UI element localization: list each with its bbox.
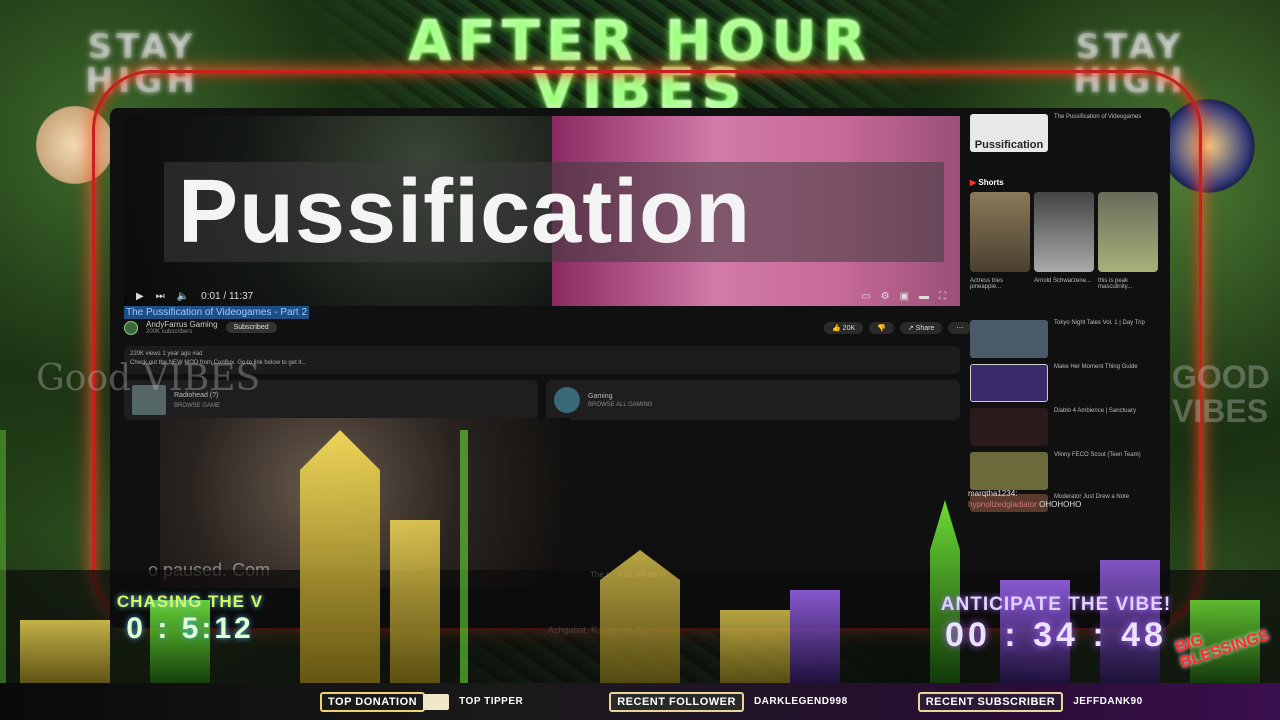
right-timer-label: ANTICIPATE THE VIBE! xyxy=(940,594,1172,615)
share-label: Share xyxy=(915,325,935,332)
gaming-card[interactable]: Gaming BROWSE ALL GAMING xyxy=(546,380,960,420)
paused-text: o paused. Com xyxy=(148,560,271,580)
top-tipper-label: TOP TIPPER xyxy=(459,696,524,707)
top-donation-value-box xyxy=(423,693,450,710)
miniplayer-icon[interactable]: ▣ xyxy=(900,291,909,302)
pause-message: The r... 4:20 will be in xyxy=(590,570,666,579)
like-button[interactable]: 👍 20K xyxy=(824,322,864,334)
chat-user: hypnolizedgladiator xyxy=(968,500,1037,509)
volume-icon[interactable]: 🔈 xyxy=(177,291,189,302)
left-timer-value: 0 : 5:12 xyxy=(126,612,254,645)
share-icon: ↗ xyxy=(907,325,916,332)
channel-name[interactable]: AndyFarrus Gaming xyxy=(146,320,218,329)
short-caption: Actress tries pineapple... xyxy=(970,278,1004,290)
video-title[interactable]: The Pussification of Videogames - Part 2 xyxy=(124,306,310,319)
video-player[interactable]: Pussification ▶ ⏭ 🔈 0:01 / 11:37 ▭ ⚙ ▣ ▬… xyxy=(124,116,960,306)
chat-user: marqtha1234: xyxy=(968,489,1018,498)
left-timer: CHASING THE V 0 : 5:12 xyxy=(60,592,320,646)
theater-icon[interactable]: ▬ xyxy=(919,291,929,302)
thumbs-up-icon: 👍 xyxy=(832,325,843,332)
short-caption: Arnold Schwarzene... xyxy=(1034,278,1092,284)
recent-subscriber-label: RECENT SUBSCRIBER xyxy=(917,691,1064,712)
sidebar-video[interactable]: Diablo 4 Ambience | Sanctuary xyxy=(970,408,1160,446)
top-donation-label: TOP DONATION xyxy=(320,691,426,712)
settings-icon[interactable]: ⚙ xyxy=(881,291,890,302)
gaming-card-sub: BROWSE ALL GAMING xyxy=(588,401,653,408)
top-recommendation[interactable]: Pussification The Pussification of Video… xyxy=(970,114,1160,152)
sidebar-video[interactable]: Tokyo Night Tales Vol. 1 | Day Trip xyxy=(970,320,1160,358)
like-count: 20K xyxy=(842,325,856,332)
good-vibes-right: GOOD VIBES xyxy=(1172,359,1270,429)
recent-subscriber-value: JEFFDANK90 xyxy=(1073,696,1143,707)
channel-row: AndyFarrus Gaming 200K subscribers Subsc… xyxy=(124,320,277,335)
game-card-sub: BROWSE GAME xyxy=(174,402,221,409)
gaming-card-title: Gaming xyxy=(588,392,613,400)
top-card-title: Pussification xyxy=(974,139,1044,151)
bottom-stats-bar: TOP DONATION TOP TIPPER RECENT FOLLOWER … xyxy=(0,683,1280,720)
subscribe-button[interactable]: Subscribed xyxy=(225,322,277,333)
recommendations-sidebar: Pussification The Pussification of Video… xyxy=(970,114,1166,514)
recent-follower-label: RECENT FOLLOWER xyxy=(609,691,744,712)
next-icon[interactable]: ⏭ xyxy=(156,291,165,302)
video-big-title: Pussification xyxy=(164,162,944,262)
captions-icon[interactable]: ▭ xyxy=(861,291,870,302)
short-thumb[interactable] xyxy=(1098,192,1158,272)
recent-follower-value: DARKLEGEND998 xyxy=(753,696,848,707)
video-actions: 👍 20K 👎 ↗ Share ⋯ xyxy=(824,322,972,334)
location-text: Ashgabat, K... Island, A... xyxy=(548,625,650,635)
play-icon[interactable]: ▶ xyxy=(136,291,144,302)
good-vibes-left: Good VIBES xyxy=(36,358,261,399)
chat-message: OHOHOHO xyxy=(1039,500,1082,509)
top-card-caption: The Pussification of Videogames xyxy=(1054,114,1142,120)
shorts-row xyxy=(970,192,1158,272)
gaming-icon xyxy=(554,387,580,413)
short-caption: this is peak masculinity... xyxy=(1098,278,1133,290)
time-display: 0:01 / 11:37 xyxy=(201,290,254,302)
short-thumb[interactable] xyxy=(970,192,1030,272)
player-controls: ▶ ⏭ 🔈 0:01 / 11:37 ▭ ⚙ ▣ ▬ ⛶ xyxy=(124,286,960,306)
thumbs-down-icon: 👎 xyxy=(877,325,886,332)
dislike-button[interactable]: 👎 xyxy=(869,322,894,334)
share-button[interactable]: ↗ Share xyxy=(899,322,943,334)
fullscreen-icon[interactable]: ⛶ xyxy=(939,291,946,302)
subscriber-count: 200K subscribers xyxy=(146,329,193,335)
channel-avatar[interactable] xyxy=(124,320,138,335)
short-thumb[interactable] xyxy=(1034,192,1094,272)
sidebar-video[interactable]: Vlinny FECO Scout (Teen Team) xyxy=(970,452,1160,490)
sidebar-video[interactable]: Make Her Moment Thing Guide xyxy=(970,364,1160,402)
more-button[interactable]: ⋯ xyxy=(948,322,972,334)
left-timer-label: CHASING THE V xyxy=(116,592,264,611)
shorts-heading: ▶ Shorts xyxy=(970,178,1004,187)
chat-overlay: marqtha1234: hypnolizedgladiator OHOHOHO xyxy=(968,488,1168,510)
